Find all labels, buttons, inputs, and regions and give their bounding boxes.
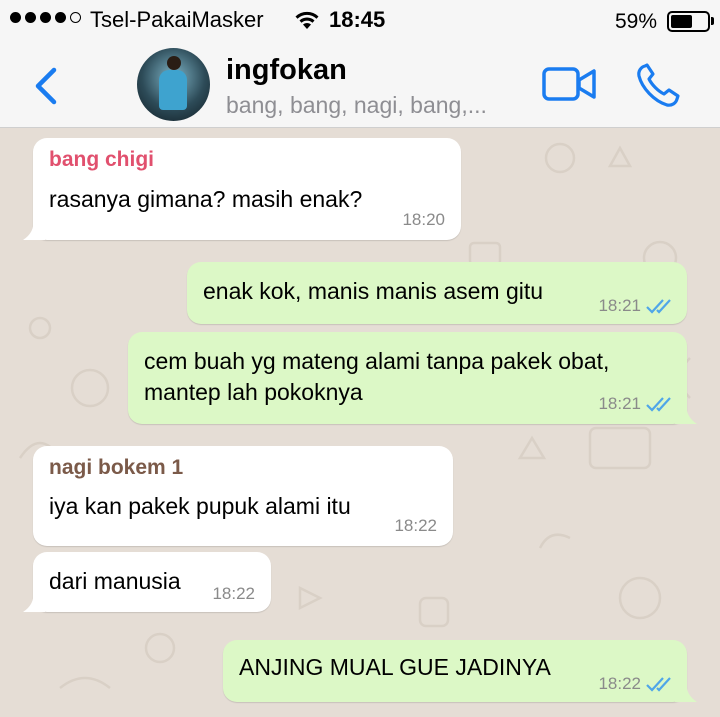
bubble-tail: [675, 682, 697, 702]
message-text: dari manusia: [49, 568, 181, 594]
message-bubble-outgoing[interactable]: cem buah yg mateng alami tanpa pakek oba…: [128, 332, 697, 424]
message-sender[interactable]: nagi bokem 1: [49, 456, 183, 480]
message-timestamp: 18:22: [598, 674, 641, 693]
battery-tip: [711, 17, 714, 25]
chat-header: ingfokan bang, bang, nagi, bang,...: [0, 40, 720, 128]
message-bubble-incoming[interactable]: dari manusia 18:22: [23, 552, 271, 612]
message-bubble-incoming[interactable]: bang chigi rasanya gimana? masih enak? 1…: [23, 138, 461, 240]
battery-percent: 59%: [615, 10, 658, 33]
message-bubble-outgoing[interactable]: enak kok, manis manis asem gitu 18:21: [187, 262, 687, 324]
message-timestamp: 18:22: [212, 584, 255, 603]
message-text: enak kok, manis manis asem gitu: [203, 278, 544, 304]
video-call-button[interactable]: [541, 64, 597, 104]
battery-icon: [667, 11, 710, 32]
bubble-tail: [23, 592, 45, 612]
read-receipt-icon: [646, 397, 671, 412]
message-sender[interactable]: bang chigi: [49, 148, 154, 172]
battery-level: [671, 15, 692, 28]
message-text-line: cem buah yg mateng alami tanpa pakek oba…: [144, 348, 610, 374]
message-text: rasanya gimana? masih enak?: [49, 186, 363, 212]
read-receipt-icon: [646, 677, 671, 692]
message-timestamp: 18:20: [402, 210, 445, 229]
message-text: iya kan pakek pupuk alami itu: [49, 493, 351, 519]
wifi-icon: [295, 11, 319, 29]
read-receipt-icon: [646, 299, 671, 314]
carrier-name: Tsel-PakaiMasker: [90, 7, 264, 32]
message-bubble-incoming[interactable]: nagi bokem 1 iya kan pakek pupuk alami i…: [33, 446, 453, 546]
bubble-tail: [675, 404, 697, 424]
bubble-tail: [23, 220, 45, 240]
message-bubble-outgoing[interactable]: ANJING MUAL GUE JADINYA 18:22: [223, 640, 697, 702]
message-text: ANJING MUAL GUE JADINYA: [239, 654, 551, 680]
message-timestamp: 18:22: [394, 516, 437, 535]
back-button[interactable]: [30, 64, 66, 108]
message-timestamp: 18:21: [598, 296, 641, 315]
message-list[interactable]: bang chigi rasanya gimana? masih enak? 1…: [0, 128, 720, 717]
message-text-line: mantep lah pokoknya: [144, 379, 363, 405]
signal-strength-icon: [10, 12, 81, 23]
status-bar: Tsel-PakaiMasker 18:45 59%: [0, 0, 720, 40]
clock: 18:45: [329, 7, 386, 32]
voice-call-button[interactable]: [636, 62, 682, 108]
group-members[interactable]: bang, bang, nagi, bang,...: [226, 92, 487, 119]
message-timestamp: 18:21: [598, 394, 641, 413]
contact-name[interactable]: ingfokan: [226, 54, 347, 87]
avatar[interactable]: [137, 48, 210, 121]
